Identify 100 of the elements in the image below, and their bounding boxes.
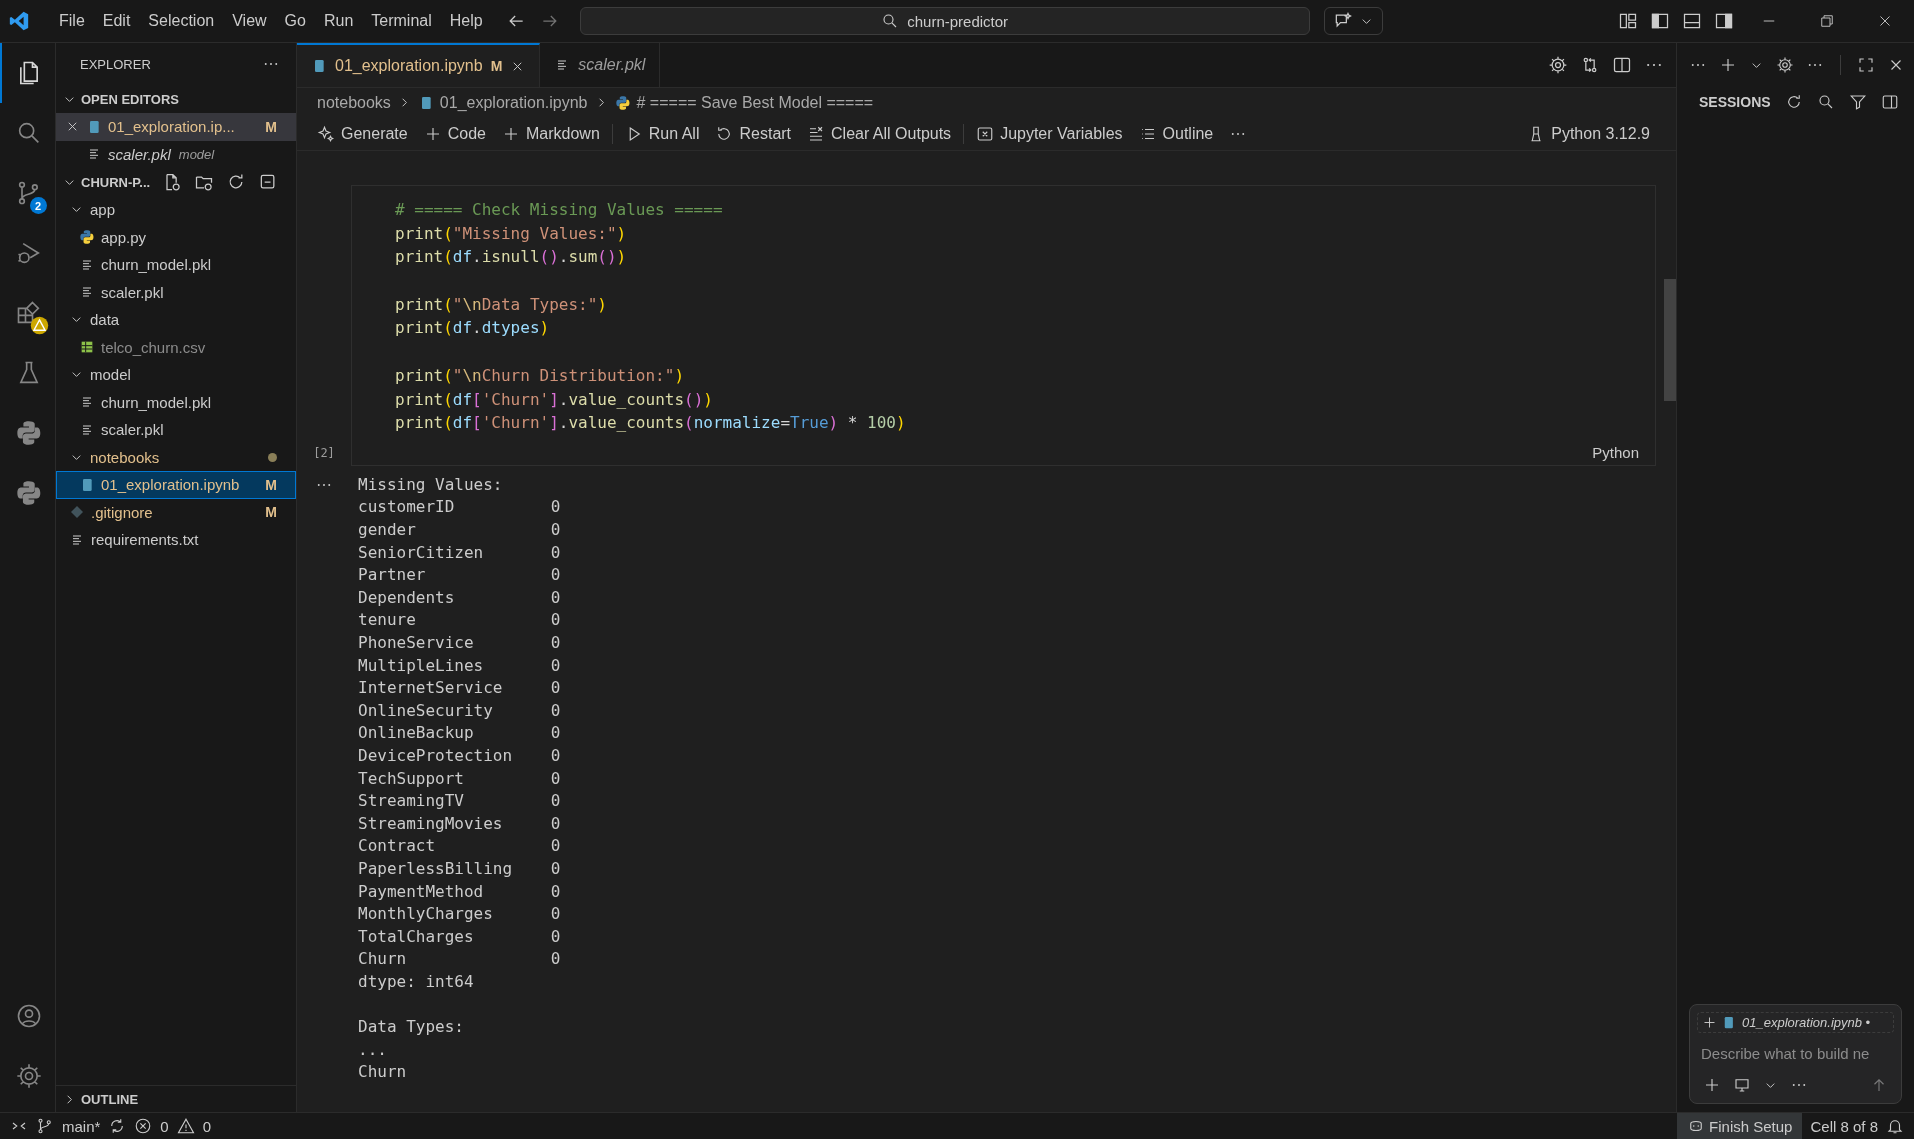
- section-title[interactable]: CHURN-P...: [81, 174, 151, 190]
- breadcrumb-item[interactable]: # ===== Save Best Model =====: [636, 93, 874, 112]
- toolbar-button[interactable]: Clear All Outputs: [799, 122, 960, 145]
- cell-position-status[interactable]: Cell 8 of 8: [1810, 1113, 1878, 1139]
- output-line: Missing Values:: [358, 473, 503, 496]
- kernel-picker[interactable]: Python 3.12.9: [1519, 122, 1658, 145]
- menu-item[interactable]: File: [50, 8, 94, 34]
- git-status-label: M: [265, 504, 277, 521]
- editor-tab[interactable]: scaler.pkl: [540, 43, 661, 87]
- tree-item[interactable]: .gitignore M: [56, 498, 296, 526]
- primary-sidebar-toggle-icon[interactable]: [1650, 11, 1670, 31]
- toolbar-button[interactable]: Markdown: [493, 122, 608, 145]
- menu-item[interactable]: Selection: [139, 8, 224, 34]
- open-editor-item[interactable]: 01_exploration.ip... M: [56, 113, 296, 141]
- notifications-icon[interactable]: [1886, 1117, 1904, 1135]
- file-name: model: [90, 366, 131, 384]
- toolbar-button[interactable]: Jupyter Variables: [968, 122, 1131, 145]
- tree-item[interactable]: 01_exploration.ipynb M: [56, 471, 296, 499]
- file-name: data: [90, 311, 120, 329]
- toolbar-button[interactable]: Run All: [616, 122, 708, 145]
- warning-count[interactable]: 0: [202, 1113, 212, 1139]
- toolbar-button[interactable]: Code: [415, 122, 494, 145]
- python-icon: [79, 229, 95, 246]
- breadcrumb-item[interactable]: notebooks: [317, 93, 391, 112]
- section-title[interactable]: OPEN EDITORS: [81, 91, 179, 107]
- file-name: scaler.pkl: [108, 145, 171, 163]
- filter-icon[interactable]: [1848, 93, 1867, 111]
- tree-item[interactable]: telco_churn.csv: [56, 333, 296, 361]
- sparkle-icon: [317, 124, 335, 143]
- code-line: print("Missing Values:"): [395, 222, 627, 245]
- restore-icon[interactable]: [1818, 12, 1836, 30]
- search-icon[interactable]: [1816, 93, 1835, 111]
- tree-item[interactable]: scaler.pkl: [56, 416, 296, 444]
- output-line: Churn: [358, 1061, 407, 1084]
- output-line: MultipleLines 0: [358, 654, 561, 677]
- panel-toggle-icon[interactable]: [1682, 11, 1702, 31]
- tree-item[interactable]: model: [56, 361, 296, 389]
- output-line: InternetService 0: [358, 677, 561, 700]
- code-line: # ===== Check Missing Values =====: [395, 199, 723, 221]
- scrollbar-thumb[interactable]: [1664, 279, 1676, 401]
- menu-item[interactable]: Edit: [93, 8, 140, 34]
- output-line: DeviceProtection 0: [358, 745, 561, 767]
- tree-item[interactable]: app: [56, 196, 296, 224]
- side-panel-icon[interactable]: [1880, 93, 1899, 111]
- breadcrumb-item[interactable]: 01_exploration.ipynb: [439, 93, 588, 112]
- output-line: dtype: int64: [358, 970, 474, 993]
- menu-item[interactable]: Help: [440, 8, 492, 34]
- diamond-icon: [69, 504, 85, 521]
- file-name: scaler.pkl: [101, 283, 164, 301]
- monitor-icon[interactable]: [1733, 1076, 1751, 1094]
- code-line: print("\nChurn Distribution:"): [395, 364, 684, 387]
- toolbar-button[interactable]: Outline: [1130, 122, 1222, 145]
- output-line: TotalCharges 0: [358, 925, 561, 948]
- output-line: ...: [358, 1038, 387, 1061]
- plus-icon[interactable]: [1719, 56, 1737, 74]
- layout-icon[interactable]: [1618, 11, 1638, 31]
- plus-icon[interactable]: [1702, 1015, 1717, 1030]
- language-label[interactable]: Python: [1592, 443, 1639, 461]
- panel-title: SESSIONS: [1699, 94, 1771, 110]
- output-line: Dependents 0: [358, 586, 561, 609]
- menu-item[interactable]: View: [223, 8, 276, 34]
- git-status-label: M: [265, 118, 277, 135]
- toolbar-button[interactable]: Restart: [707, 122, 800, 145]
- finish-setup-button[interactable]: Finish Setup: [1677, 1113, 1803, 1139]
- menu-item[interactable]: Terminal: [362, 8, 441, 34]
- plus-icon[interactable]: [1703, 1076, 1721, 1094]
- file-name: app.py: [101, 228, 147, 246]
- menu-item[interactable]: Run: [314, 8, 363, 34]
- tree-item[interactable]: app.py: [56, 223, 296, 251]
- command-center-search[interactable]: churn-predictor: [579, 7, 1310, 35]
- menu-item[interactable]: Go: [275, 8, 315, 34]
- output-line: tenure 0: [358, 609, 561, 632]
- file-name: 01_exploration.ipynb: [101, 476, 240, 494]
- branch-icon: [36, 1117, 54, 1135]
- tree-item[interactable]: churn_model.pkl: [56, 388, 296, 416]
- tree-item[interactable]: requirements.txt: [56, 526, 296, 554]
- branch-status[interactable]: main*: [62, 1113, 101, 1139]
- open-editor-item[interactable]: scaler.pkl model: [56, 140, 296, 168]
- settings-icon[interactable]: [14, 1062, 43, 1090]
- tree-item[interactable]: scaler.pkl: [56, 278, 296, 306]
- app-logo-icon: [8, 10, 30, 32]
- maximize-icon[interactable]: [1857, 56, 1875, 74]
- chat-input-field[interactable]: Describe what to build ne: [1697, 1041, 1894, 1066]
- error-count[interactable]: 0: [160, 1113, 169, 1139]
- tree-item[interactable]: data: [56, 306, 296, 334]
- section-title[interactable]: OUTLINE: [81, 1091, 139, 1107]
- secondary-sidebar-toggle-icon[interactable]: [1714, 11, 1734, 31]
- tree-item[interactable]: churn_model.pkl: [56, 251, 296, 279]
- chat-button[interactable]: [1323, 7, 1383, 35]
- variables-icon: [976, 124, 995, 143]
- output-line: TechSupport 0: [358, 767, 561, 790]
- settings-icon[interactable]: [1548, 55, 1568, 75]
- toolbar-button[interactable]: Generate: [309, 122, 416, 145]
- split-editor-icon[interactable]: [1612, 55, 1632, 75]
- code-line: print(df.isnull().sum()): [395, 246, 627, 269]
- python-icon: [14, 419, 43, 447]
- settings-icon[interactable]: [1776, 56, 1794, 74]
- activity-bar-item[interactable]: 2: [0, 163, 56, 223]
- editor-tab[interactable]: 01_exploration.ipynb M: [297, 43, 541, 87]
- tree-item[interactable]: notebooks: [56, 443, 296, 471]
